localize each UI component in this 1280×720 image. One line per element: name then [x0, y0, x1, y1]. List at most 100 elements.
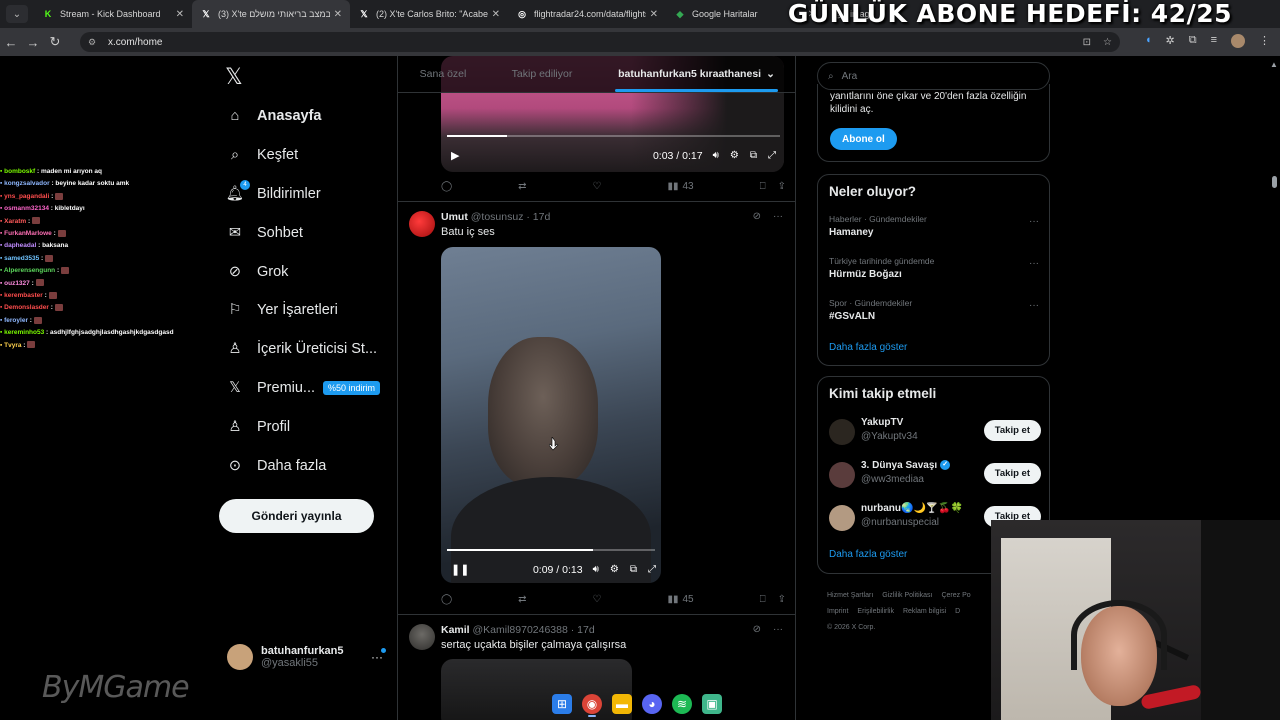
- settings-icon[interactable]: ⚙: [610, 564, 619, 575]
- more-icon[interactable]: ···: [1029, 216, 1039, 227]
- share-icon[interactable]: ⇪: [778, 181, 786, 192]
- windows-start-icon[interactable]: ⊞: [552, 694, 572, 714]
- subscribe-button[interactable]: Abone ol: [830, 128, 897, 150]
- tab-community-list[interactable]: batuhanfurkan5 kıraathanesi ⌄: [615, 56, 778, 92]
- tab-following[interactable]: Takip ediliyor: [488, 56, 596, 92]
- play-icon[interactable]: ▶: [451, 149, 459, 162]
- file-explorer-icon[interactable]: ▬: [612, 694, 632, 714]
- footer-link[interactable]: Çerez Po: [941, 592, 970, 599]
- video-progress-bar[interactable]: [447, 549, 655, 551]
- bookmark-icon[interactable]: ⎕: [760, 594, 766, 605]
- spotify-icon[interactable]: ≋: [672, 694, 692, 714]
- sidebar-item-7[interactable]: 𝕏 Premiu... %50 indirim: [226, 369, 381, 408]
- sidebar-item-5[interactable]: ⚐ Yer İşaretleri: [226, 291, 380, 330]
- video-player[interactable]: ❚❚ 0:09 / 0:13 🔊︎ ⚙ ⧉ ⤢: [441, 247, 661, 583]
- site-info-icon[interactable]: ⚙: [88, 37, 102, 48]
- account-switcher[interactable]: batuhanfurkan5 @yasakli55 ···: [227, 644, 386, 670]
- sidebar-item-3[interactable]: ✉ Sohbet: [226, 213, 380, 252]
- back-icon[interactable]: ←: [0, 35, 22, 50]
- more-icon[interactable]: ···: [371, 650, 383, 664]
- views-button[interactable]: ▮▮ 43: [667, 181, 693, 192]
- close-icon[interactable]: ✕: [176, 9, 184, 20]
- sidebar-item-4[interactable]: ⊘ Grok: [226, 252, 380, 291]
- chrome-icon[interactable]: ◉: [582, 694, 602, 717]
- author-name[interactable]: Kamil: [441, 624, 470, 636]
- more-icon[interactable]: ···: [1029, 258, 1039, 269]
- browser-tab[interactable]: 𝕏 (3) X'te במצב בריאותי מושלם ‎in ✕: [192, 0, 350, 28]
- like-icon[interactable]: ♡: [593, 594, 602, 605]
- reading-list-icon[interactable]: ≡: [1211, 34, 1217, 48]
- close-icon[interactable]: ✕: [492, 9, 500, 20]
- extension-icon[interactable]: ✲: [1166, 34, 1175, 48]
- footer-link[interactable]: Hizmet Şartları: [827, 592, 873, 599]
- reload-icon[interactable]: ↻: [44, 34, 66, 50]
- footer-link[interactable]: Reklam bilgisi: [903, 608, 946, 615]
- sidebar-item-8[interactable]: ♙ Profil: [226, 407, 380, 446]
- repost-icon[interactable]: ⇄: [518, 594, 526, 605]
- sidebar-item-1[interactable]: ⌕ Keşfet: [226, 136, 380, 175]
- share-icon[interactable]: ⇪: [778, 594, 786, 605]
- post-button[interactable]: Gönderi yayınla: [219, 499, 374, 533]
- avatar[interactable]: [409, 624, 435, 650]
- profile-avatar[interactable]: [1231, 34, 1245, 48]
- views-button[interactable]: ▮▮ 45: [667, 594, 693, 605]
- browser-tab[interactable]: 𝕏 (2) X'te Carlos Brito: "Acabei de ✕: [350, 0, 508, 28]
- fullscreen-icon[interactable]: ⤢: [768, 150, 776, 161]
- grok-icon[interactable]: ⊘: [753, 624, 761, 635]
- footer-link[interactable]: Imprint: [827, 608, 848, 615]
- show-more-link[interactable]: Daha fazla göster: [829, 549, 907, 560]
- trend-item[interactable]: Haberler · Gündemdekiler Hamaney ···: [829, 214, 1039, 238]
- sidebar-item-2[interactable]: 🔔︎ 4 Bildirimler: [226, 175, 380, 214]
- pause-icon[interactable]: ❚❚: [451, 563, 469, 576]
- repost-icon[interactable]: ⇄: [518, 181, 526, 192]
- footer-link[interactable]: © 2026 X Corp.: [827, 624, 875, 631]
- x-logo[interactable]: 𝕏: [225, 65, 243, 90]
- fullscreen-icon[interactable]: ⤢: [648, 564, 656, 575]
- star-icon[interactable]: ☆: [1103, 37, 1112, 48]
- video-progress-bar[interactable]: [447, 135, 780, 137]
- pip-icon[interactable]: ⧉: [750, 150, 757, 161]
- more-icon[interactable]: ···: [1029, 300, 1039, 311]
- menu-icon[interactable]: ⋮: [1259, 34, 1270, 48]
- scroll-up-icon[interactable]: ▲: [1270, 60, 1278, 69]
- browser-tab[interactable]: K Stream - Kick Dashboard ✕: [34, 0, 192, 28]
- trend-item[interactable]: Türkiye tarihinde gündemde Hürmüz Boğazı ·…: [829, 256, 1039, 280]
- post-age[interactable]: · 17d: [571, 624, 595, 636]
- author-handle[interactable]: @tosunsuz: [471, 211, 524, 223]
- avatar[interactable]: [409, 211, 435, 237]
- author-handle[interactable]: @Kamil8970246388: [473, 624, 568, 636]
- more-icon[interactable]: ···: [773, 211, 783, 222]
- grok-icon[interactable]: ⊘: [753, 211, 761, 222]
- sidebar-item-6[interactable]: ♙ İçerik Üreticisi St...: [226, 330, 380, 369]
- volume-icon[interactable]: 🔊︎: [713, 150, 719, 161]
- follow-suggestion[interactable]: YakupTV @Yakuptv34 Takip et: [829, 417, 1041, 447]
- browser-tab[interactable]: ◎ flightradar24.com/data/flights/ ✕: [508, 0, 666, 28]
- post-age[interactable]: · 17d: [526, 211, 550, 223]
- reply-icon[interactable]: ◯: [441, 594, 452, 605]
- volume-icon[interactable]: 🔊︎: [593, 564, 599, 575]
- tab-search-icon[interactable]: ⌄: [6, 5, 28, 23]
- trend-item[interactable]: Spor · Gündemdekiler #GSvALN ···: [829, 298, 1039, 322]
- scrollbar-thumb[interactable]: [1272, 176, 1277, 188]
- follow-button[interactable]: Takip et: [983, 420, 1041, 441]
- footer-link[interactable]: Gizlilik Politikası: [882, 592, 932, 599]
- close-icon[interactable]: ✕: [650, 9, 658, 20]
- discord-icon[interactable]: ◕: [642, 694, 662, 714]
- sidebar-item-0[interactable]: ⌂ Anasayfa: [226, 97, 380, 136]
- close-icon[interactable]: ✕: [334, 9, 342, 20]
- settings-icon[interactable]: ⚙: [730, 150, 739, 161]
- footer-link[interactable]: D: [955, 608, 960, 615]
- like-icon[interactable]: ♡: [593, 181, 602, 192]
- tab-for-you[interactable]: Sana özel: [398, 56, 488, 92]
- footer-link[interactable]: Erişilebilirlik: [857, 608, 894, 615]
- more-icon[interactable]: ···: [773, 624, 783, 635]
- bookmark-icon[interactable]: ⎕: [760, 181, 766, 192]
- show-more-link[interactable]: Daha fazla göster: [829, 342, 907, 353]
- install-icon[interactable]: ⊡: [1083, 37, 1091, 48]
- forward-icon[interactable]: →: [22, 35, 44, 50]
- sidebar-item-9[interactable]: ⊙ Daha fazla: [226, 446, 380, 485]
- follow-suggestion[interactable]: 3. Dünya Savaşı ✓ @ww3mediaa Takip et: [829, 460, 1041, 490]
- app-icon[interactable]: ▣: [702, 694, 722, 714]
- follow-button[interactable]: Takip et: [983, 463, 1041, 484]
- pip-icon[interactable]: ⧉: [630, 564, 637, 575]
